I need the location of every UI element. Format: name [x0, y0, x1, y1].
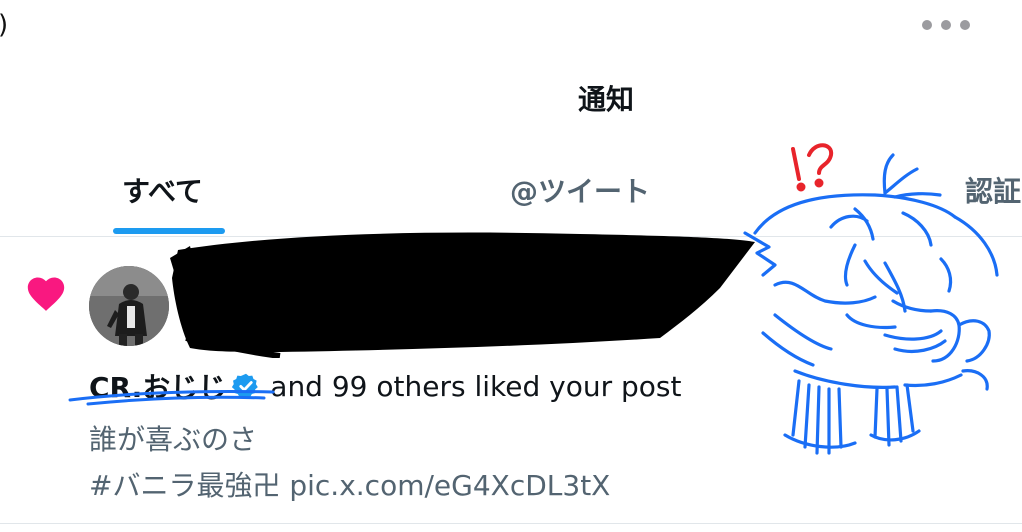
more-dot-icon	[922, 20, 932, 30]
tab-all[interactable]: すべて	[122, 170, 203, 210]
post-hashtag-link[interactable]: #バニラ最強卍 pic.x.com/eG4XcDL3tX	[89, 464, 610, 504]
more-options-button[interactable]	[922, 16, 970, 34]
redaction-scribble	[170, 232, 755, 358]
liked-summary-text: and 99 others liked your post	[270, 369, 682, 403]
sketch-character-doodle	[743, 143, 999, 455]
heart-icon	[27, 277, 65, 311]
divider	[0, 523, 1022, 524]
notifications-screen: ) 通知 すべて @ツイート 認証	[0, 0, 1022, 532]
page-title: 通知	[577, 83, 634, 116]
more-dot-icon	[960, 20, 970, 30]
avatar-person-image	[89, 266, 169, 346]
tab-mentions[interactable]: @ツイート	[510, 170, 650, 210]
avatar[interactable]	[89, 266, 169, 346]
more-dot-icon	[941, 20, 951, 30]
post-text: 誰が喜ぶのさ	[89, 423, 258, 456]
status-bar-fragment: )	[0, 10, 8, 40]
name-underline-scribble	[68, 389, 275, 406]
